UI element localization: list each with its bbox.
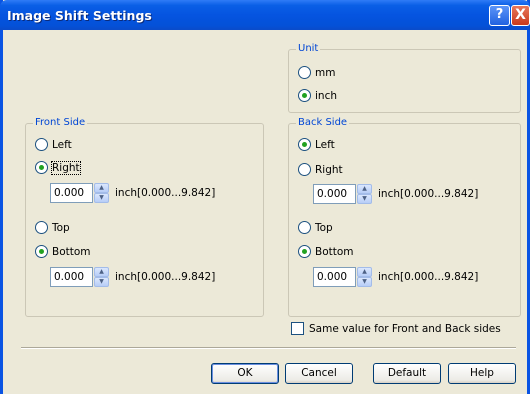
radio-circle-icon — [35, 138, 48, 151]
back-left-label: Left — [315, 138, 335, 151]
back-horizontal-spinner: 0.000 ▲ ▼ inch[0.000...9.842] — [313, 184, 478, 204]
front-side-group: Front Side Left Right 0.000 ▲ ▼ inch[0.0… — [25, 117, 264, 317]
back-left-radio[interactable]: Left — [298, 138, 335, 151]
close-icon[interactable]: X — [511, 5, 530, 26]
spin-down-icon[interactable]: ▼ — [357, 277, 372, 287]
radio-circle-icon — [35, 221, 48, 234]
radio-circle-icon — [298, 163, 311, 176]
help-button[interactable]: Help — [448, 363, 516, 384]
spin-buttons: ▲ ▼ — [357, 267, 372, 287]
front-horizontal-spinner: 0.000 ▲ ▼ inch[0.000...9.842] — [50, 183, 215, 203]
help-icon[interactable]: ? — [489, 5, 510, 26]
default-button[interactable]: Default — [373, 363, 441, 384]
spin-up-icon[interactable]: ▲ — [357, 184, 372, 194]
front-top-radio[interactable]: Top — [35, 221, 70, 234]
dialog-window: Image Shift Settings ? X Unit mm inch Fr… — [0, 0, 530, 394]
radio-circle-icon — [298, 245, 311, 258]
back-side-group: Back Side Left Right 0.000 ▲ ▼ inch[0.00… — [288, 117, 521, 317]
back-top-radio[interactable]: Top — [298, 221, 333, 234]
radio-selected-dot — [302, 249, 307, 254]
dialog-title: Image Shift Settings — [7, 8, 152, 23]
radio-circle-icon — [35, 161, 48, 174]
back-vertical-spinner: 0.000 ▲ ▼ inch[0.000...9.842] — [313, 267, 478, 287]
back-right-radio[interactable]: Right — [298, 163, 343, 176]
radio-circle-icon — [298, 221, 311, 234]
spin-buttons: ▲ ▼ — [94, 267, 109, 287]
radio-circle-icon — [298, 138, 311, 151]
unit-inch-radio[interactable]: inch — [298, 89, 337, 102]
spin-buttons: ▲ ▼ — [357, 184, 372, 204]
radio-circle-icon — [35, 245, 48, 258]
ok-button[interactable]: OK — [211, 363, 279, 384]
spin-down-icon[interactable]: ▼ — [94, 193, 109, 203]
radio-selected-dot — [302, 93, 307, 98]
checkbox-box-icon — [291, 322, 304, 335]
spin-down-icon[interactable]: ▼ — [94, 277, 109, 287]
radio-selected-dot — [39, 165, 44, 170]
front-horizontal-input[interactable]: 0.000 — [50, 183, 93, 203]
front-left-radio[interactable]: Left — [35, 138, 72, 151]
radio-circle-icon — [298, 89, 311, 102]
back-bottom-radio[interactable]: Bottom — [298, 245, 354, 258]
spin-up-icon[interactable]: ▲ — [94, 183, 109, 193]
back-top-label: Top — [315, 221, 333, 234]
same-value-checkbox[interactable]: Same value for Front and Back sides — [291, 322, 501, 335]
back-bottom-label: Bottom — [315, 245, 354, 258]
radio-circle-icon — [298, 66, 311, 79]
front-bottom-radio[interactable]: Bottom — [35, 245, 91, 258]
back-vertical-range: inch[0.000...9.842] — [378, 271, 479, 283]
radio-selected-dot — [39, 249, 44, 254]
front-side-legend: Front Side — [33, 117, 88, 128]
spin-buttons: ▲ ▼ — [94, 183, 109, 203]
unit-inch-label: inch — [315, 89, 337, 102]
unit-mm-label: mm — [315, 66, 336, 79]
front-right-label: Right — [51, 160, 81, 175]
back-horizontal-input[interactable]: 0.000 — [313, 184, 356, 204]
unit-mm-radio[interactable]: mm — [298, 66, 335, 79]
front-bottom-label: Bottom — [52, 245, 91, 258]
spin-up-icon[interactable]: ▲ — [94, 267, 109, 277]
back-side-legend: Back Side — [296, 117, 350, 128]
front-right-radio[interactable]: Right — [35, 160, 81, 175]
back-horizontal-range: inch[0.000...9.842] — [378, 188, 479, 200]
unit-group: Unit mm inch — [288, 43, 521, 113]
front-vertical-spinner: 0.000 ▲ ▼ inch[0.000...9.842] — [50, 267, 215, 287]
title-bar[interactable]: Image Shift Settings ? X — [0, 0, 530, 30]
front-vertical-input[interactable]: 0.000 — [50, 267, 93, 287]
spin-up-icon[interactable]: ▲ — [357, 267, 372, 277]
front-left-label: Left — [52, 138, 72, 151]
separator — [21, 347, 516, 349]
same-value-label: Same value for Front and Back sides — [309, 322, 501, 335]
cancel-button[interactable]: Cancel — [285, 363, 353, 384]
back-vertical-input[interactable]: 0.000 — [313, 267, 356, 287]
radio-selected-dot — [302, 142, 307, 147]
unit-legend: Unit — [296, 43, 321, 54]
front-top-label: Top — [52, 221, 70, 234]
front-horizontal-range: inch[0.000...9.842] — [115, 187, 216, 199]
spin-down-icon[interactable]: ▼ — [357, 194, 372, 204]
front-vertical-range: inch[0.000...9.842] — [115, 271, 216, 283]
back-right-label: Right — [315, 163, 343, 176]
